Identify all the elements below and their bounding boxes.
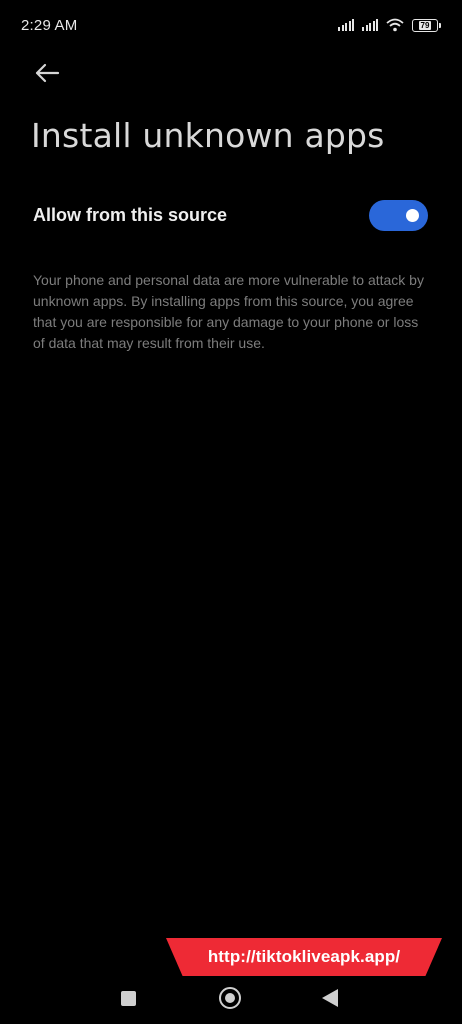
warning-description: Your phone and personal data are more vu… bbox=[33, 272, 424, 351]
status-bar: 2:29 AM 79 bbox=[0, 0, 462, 52]
recents-icon[interactable] bbox=[121, 991, 136, 1006]
status-time: 2:29 AM bbox=[21, 17, 78, 34]
navigation-bar bbox=[0, 976, 462, 1024]
page-title: Install unknown apps bbox=[31, 116, 385, 155]
setting-label: Allow from this source bbox=[33, 205, 228, 225]
status-icons: 79 bbox=[338, 17, 441, 33]
signal-icon bbox=[338, 19, 354, 31]
toggle-knob bbox=[406, 209, 419, 222]
arrow-left-icon bbox=[35, 63, 60, 83]
battery-level: 79 bbox=[418, 20, 432, 30]
home-icon[interactable] bbox=[219, 987, 241, 1009]
watermark-text: http://tiktokliveapk.app/ bbox=[207, 947, 401, 966]
setting-row-allow-source[interactable]: Allow from this source bbox=[0, 190, 462, 242]
battery-icon: 79 bbox=[412, 18, 441, 32]
allow-source-toggle[interactable] bbox=[369, 200, 428, 231]
wifi-icon bbox=[386, 18, 404, 32]
back-button[interactable] bbox=[30, 58, 64, 88]
back-icon[interactable] bbox=[322, 989, 338, 1007]
watermark-banner: http://tiktokliveapk.app/ bbox=[166, 938, 442, 976]
signal-icon-2 bbox=[362, 19, 378, 31]
